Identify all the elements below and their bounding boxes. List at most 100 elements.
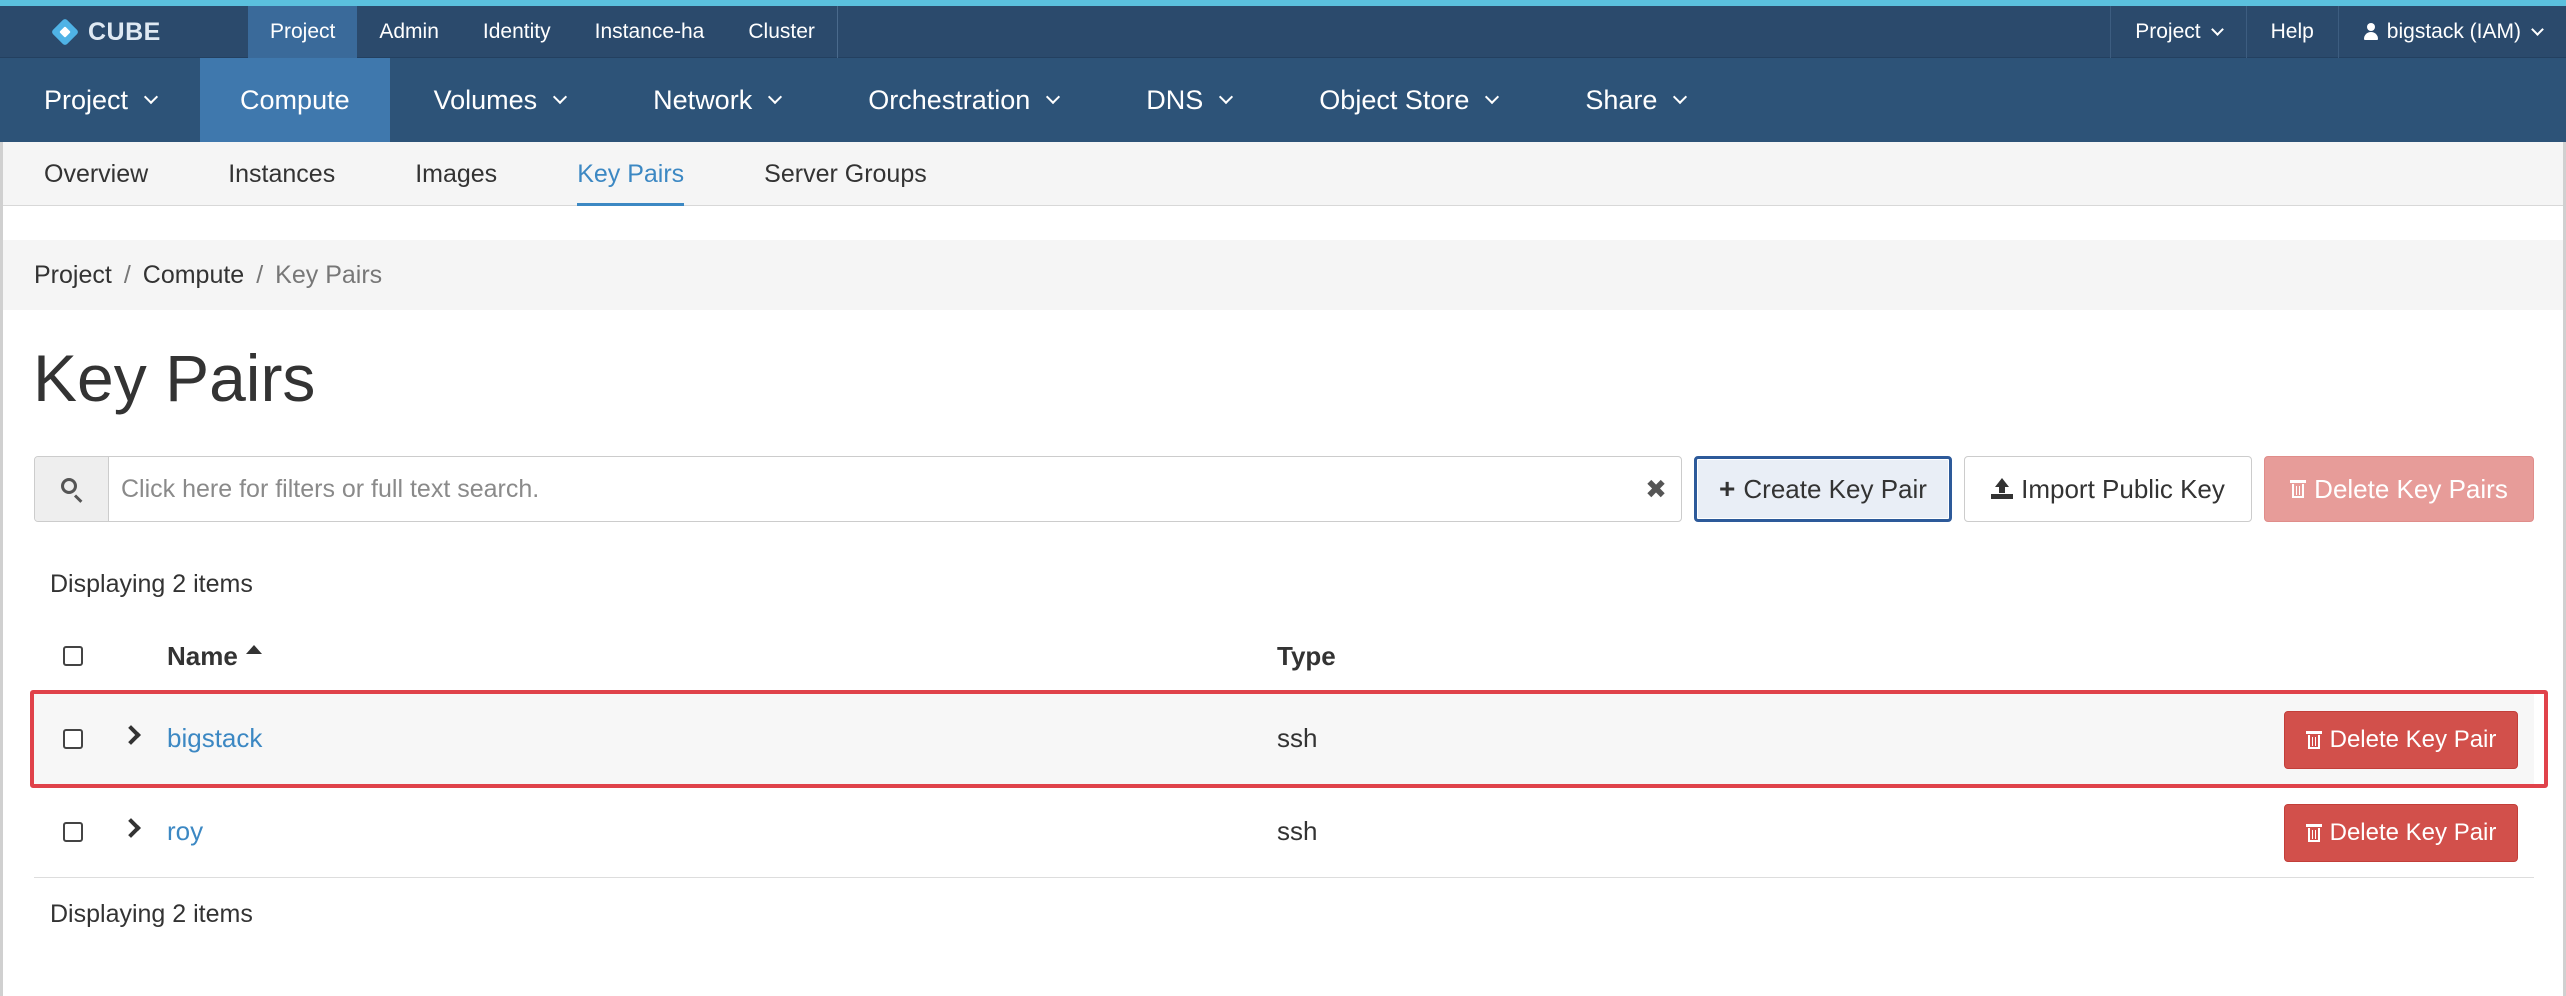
tab-overview[interactable]: Overview [44,142,148,206]
sub-menu: Overview Instances Images Key Pairs Serv… [0,142,2566,206]
main-menu-compute[interactable]: Compute [200,58,390,142]
table-header: Name Type [34,620,2534,692]
main-menu-dns[interactable]: DNS [1102,58,1275,142]
top-menu-divider [836,6,838,58]
user-dropdown[interactable]: bigstack (IAM) [2337,6,2566,58]
project-dropdown[interactable]: Project [2110,6,2245,58]
search-icon [60,477,84,503]
main-navbar: Project Compute Volumes Network Orchestr… [0,58,2566,142]
tab-instances[interactable]: Instances [228,142,335,206]
main-menu-label: Share [1585,84,1658,115]
delete-key-pair-label: Delete Key Pair [2329,819,2497,846]
create-key-pair-label: Create Key Pair [1743,473,1927,504]
delete-key-pair-label: Delete Key Pair [2329,726,2497,753]
search-icon-addon [35,457,109,521]
tab-images[interactable]: Images [415,142,497,206]
row-checkbox[interactable] [63,822,83,842]
top-menu-item-identity[interactable]: Identity [461,6,573,58]
breadcrumb-project[interactable]: Project [34,261,112,290]
key-pair-name-link[interactable]: roy [167,785,203,878]
delete-key-pairs-label: Delete Key Pairs [2314,473,2508,504]
cube-logo-icon [50,17,80,47]
breadcrumb-separator: / [256,260,264,289]
help-link[interactable]: Help [2245,6,2338,58]
key-pairs-table: Name Type bigstack ssh Delete Key Pair r… [34,620,2534,878]
main-menu-share[interactable]: Share [1541,58,1729,142]
main-menu-label: Compute [240,84,350,115]
tab-key-pairs[interactable]: Key Pairs [577,142,684,206]
top-navbar: CUBE Project Admin Identity Instance-ha … [0,6,2566,58]
trash-icon [2305,730,2322,750]
chevron-right-icon[interactable] [121,725,141,745]
delete-key-pair-button[interactable]: Delete Key Pair [2284,711,2518,769]
top-menu-item-admin[interactable]: Admin [357,6,461,58]
column-header-name-label: Name [167,640,238,671]
import-public-key-button[interactable]: Import Public Key [1964,456,2252,522]
main-menu: Project Compute Volumes Network Orchestr… [0,58,2566,142]
main-menu-label: Network [653,84,753,115]
chevron-down-icon [1485,89,1500,105]
top-right-menu: Project Help bigstack (IAM) [2110,6,2566,58]
top-menu-item-project[interactable]: Project [248,6,358,58]
chevron-down-icon [2210,23,2224,36]
delete-key-pair-button[interactable]: Delete Key Pair [2284,804,2518,862]
page-title: Key Pairs [33,341,316,415]
table-row: bigstack ssh Delete Key Pair [34,692,2534,785]
key-pair-type: ssh [1277,816,1318,846]
chevron-right-icon[interactable] [121,818,141,838]
main-menu-volumes[interactable]: Volumes [390,58,610,142]
main-menu-label: Project [44,84,129,115]
breadcrumb-current: Key Pairs [275,260,383,289]
select-all-checkbox[interactable] [63,646,83,666]
delete-key-pairs-button[interactable]: Delete Key Pairs [2264,456,2534,522]
chevron-down-icon [1219,89,1234,105]
main-menu-label: Orchestration [868,84,1031,115]
breadcrumb-separator: / [123,260,131,289]
items-count-bottom: Displaying 2 items [50,900,253,928]
user-dropdown-label: bigstack (IAM) [2386,20,2521,43]
column-header-name[interactable]: Name [167,620,262,692]
upload-icon [1991,478,2014,500]
key-pair-name-link[interactable]: bigstack [167,692,262,785]
sort-ascending-icon [245,644,262,654]
clear-icon[interactable]: ✖ [1631,457,1681,521]
plus-icon: + [1719,473,1736,504]
column-header-type-label: Type [1277,640,1336,671]
chevron-down-icon [1046,89,1061,105]
page: CUBE Project Admin Identity Instance-ha … [0,0,2566,996]
brand-name: CUBE [88,17,161,46]
create-key-pair-button[interactable]: + Create Key Pair [1694,456,1952,522]
main-menu-project[interactable]: Project [0,58,200,142]
breadcrumb-compute[interactable]: Compute [143,261,244,290]
column-header-type[interactable]: Type [1277,620,1336,692]
chevron-down-icon [768,89,783,105]
search-bar: ✖ [34,456,1682,522]
import-public-key-label: Import Public Key [2021,473,2225,504]
sub-navbar: Overview Instances Images Key Pairs Serv… [0,142,2566,206]
top-menu-item-cluster[interactable]: Cluster [726,6,837,58]
main-menu-label: DNS [1146,84,1204,115]
main-menu-object-store[interactable]: Object Store [1275,58,1541,142]
brand[interactable]: CUBE [50,14,161,50]
main-menu-orchestration[interactable]: Orchestration [824,58,1102,142]
chevron-down-icon [1673,89,1688,105]
items-count-top: Displaying 2 items [50,570,253,598]
help-label: Help [2270,20,2314,43]
chevron-down-icon [2531,23,2544,36]
user-icon [2363,23,2379,41]
row-checkbox[interactable] [63,729,83,749]
main-menu-label: Volumes [433,84,538,115]
tab-server-groups[interactable]: Server Groups [764,142,927,206]
chevron-down-icon [143,89,159,105]
breadcrumb: Project / Compute / Key Pairs [3,240,2563,310]
project-dropdown-label: Project [2135,20,2201,43]
top-menu: Project Admin Identity Instance-ha Clust… [248,6,838,58]
trash-icon [2290,479,2307,499]
table-row: roy ssh Delete Key Pair [34,785,2534,878]
trash-icon [2305,823,2322,843]
key-pair-type: ssh [1277,723,1318,753]
search-input[interactable] [109,457,1631,521]
main-menu-label: Object Store [1319,84,1470,115]
main-menu-network[interactable]: Network [609,58,824,142]
top-menu-item-instance-ha[interactable]: Instance-ha [573,6,727,58]
